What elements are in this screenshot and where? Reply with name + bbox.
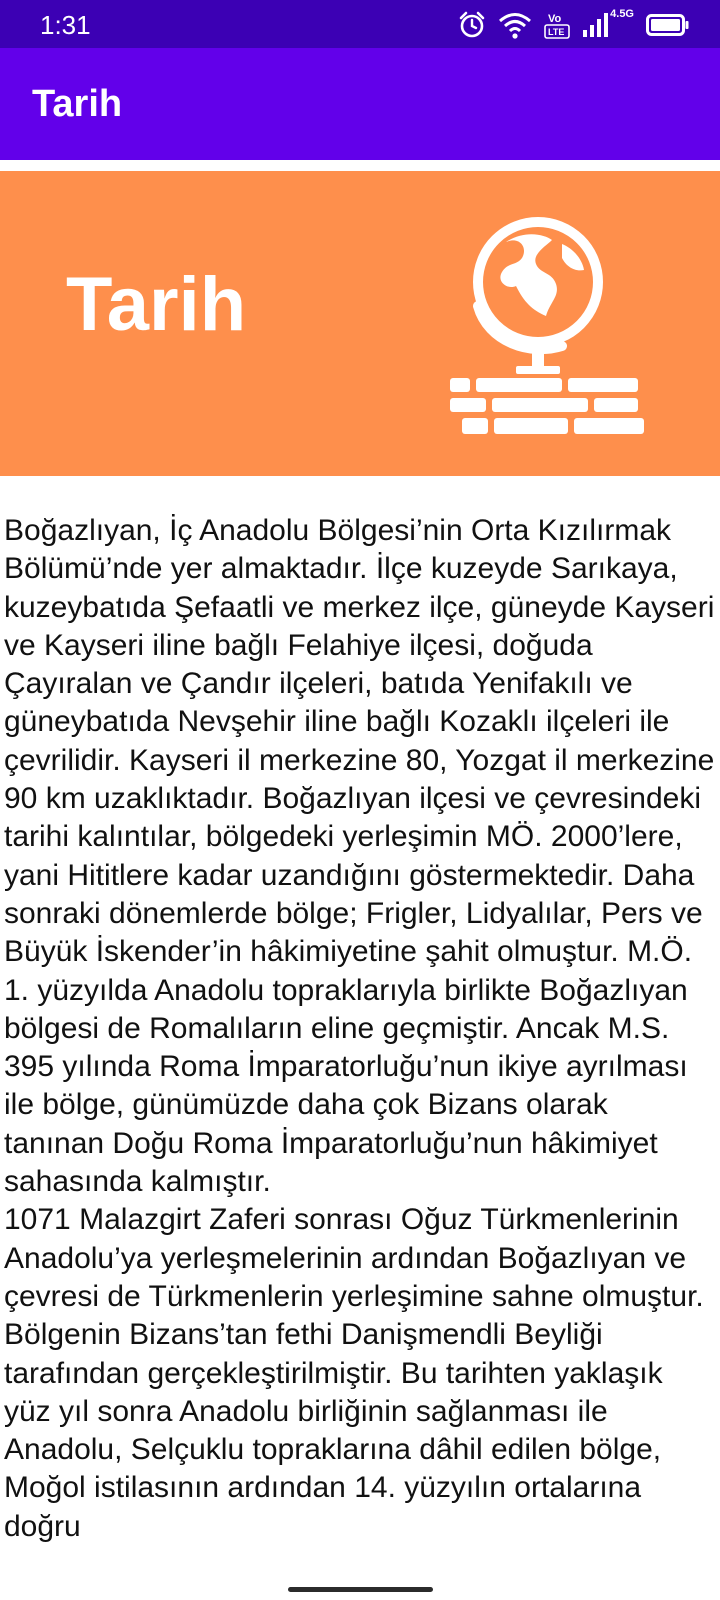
home-indicator[interactable] xyxy=(288,1587,433,1592)
status-time: 1:31 xyxy=(40,10,91,40)
signal-icon: 4.5G xyxy=(582,8,634,38)
alarm-icon xyxy=(458,11,486,39)
header-banner: Tarih xyxy=(0,171,720,476)
app-bar-title: Tarih xyxy=(32,83,123,125)
svg-text:LTE: LTE xyxy=(548,27,564,37)
wifi-icon xyxy=(498,11,532,39)
battery-icon xyxy=(646,13,690,37)
article-paragraph-2: 1071 Malazgirt Zaferi sonrası Oğuz Türkm… xyxy=(4,1203,704,1543)
volte-icon: Vo LTE xyxy=(544,10,570,40)
app-bar: Tarih xyxy=(0,48,720,160)
globe-books-icon xyxy=(450,206,660,436)
banner-title: Tarih xyxy=(66,262,247,347)
status-icons: Vo LTE 4.5G xyxy=(458,8,690,40)
network-type-label: 4.5G xyxy=(610,8,634,20)
article-body: Boğazlıyan, İç Anadolu Bölgesi’nin Orta … xyxy=(4,512,716,1584)
article-paragraph-1: Boğazlıyan, İç Anadolu Bölgesi’nin Orta … xyxy=(4,514,715,1199)
svg-text:Vo: Vo xyxy=(548,13,562,25)
status-bar: 1:31 Vo LTE 4.5G xyxy=(0,0,720,48)
